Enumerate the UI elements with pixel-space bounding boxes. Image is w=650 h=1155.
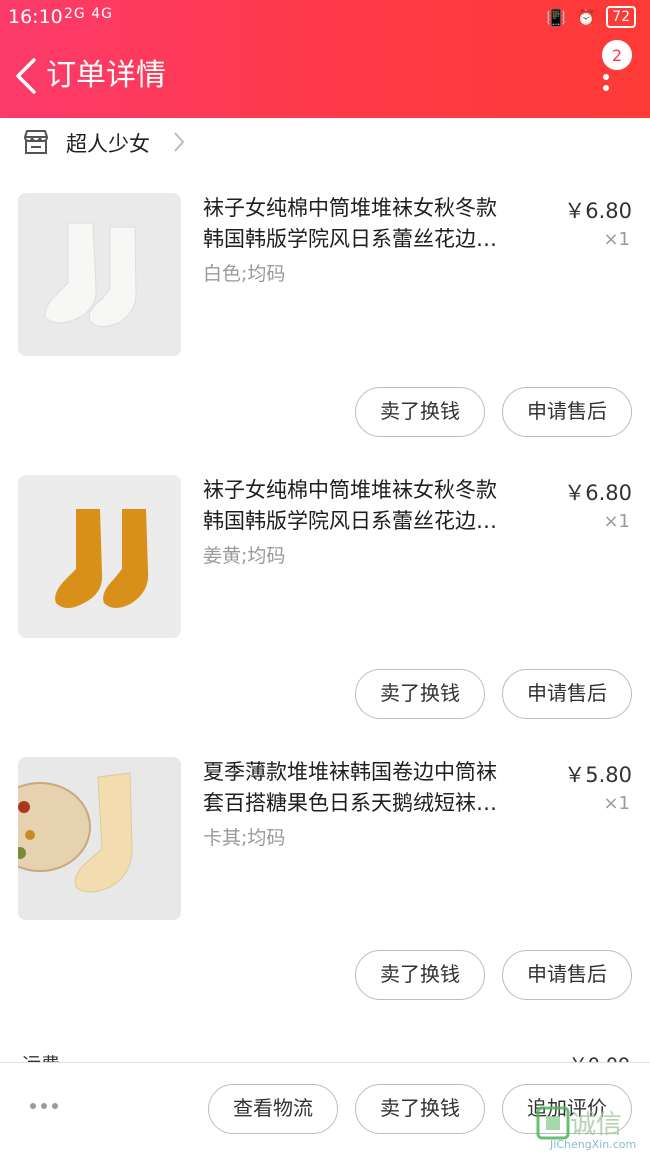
product-title-line: 韩国韩版学院风日系蕾丝花边…	[203, 227, 497, 251]
after-sale-button[interactable]: 申请售后	[502, 387, 632, 437]
product-title[interactable]: 袜子女纯棉中筒堆堆袜女秋冬款 韩国韩版学院风日系蕾丝花边…	[203, 475, 535, 537]
product-spec: 白色;均码	[203, 263, 286, 285]
sell-button[interactable]: 卖了换钱	[355, 669, 485, 719]
product-price: ￥6.80	[564, 199, 632, 223]
sell-button[interactable]: 卖了换钱	[355, 950, 485, 1000]
header-bar: 16:10 2G 4G 📳 ⏰ 72 订单详情 2	[0, 0, 650, 118]
product-image[interactable]	[18, 757, 181, 920]
watermark-logo-icon	[536, 1106, 570, 1140]
watermark-url: JiChengXin.com	[550, 1138, 637, 1151]
shop-name: 超人少女	[66, 132, 150, 156]
signal-icon: 2G 4G	[64, 6, 113, 22]
product-spec: 姜黄;均码	[203, 545, 286, 567]
view-logistics-button[interactable]: 查看物流	[208, 1084, 338, 1134]
product-title-line: 夏季薄款堆堆袜韩国卷边中筒袜	[203, 760, 497, 784]
shop-icon	[24, 130, 48, 154]
product-price: ￥5.80	[564, 763, 632, 787]
product-title-line: 袜子女纯棉中筒堆堆袜女秋冬款	[203, 478, 497, 502]
vibrate-icon: 📳	[546, 7, 567, 27]
more-dots-icon[interactable]	[30, 1103, 60, 1113]
product-title-line: 套百搭糖果色日系天鹅绒短袜…	[203, 791, 497, 815]
watermark: 诚信 JiChengXin.com	[532, 1102, 650, 1155]
more-menu-icon[interactable]	[597, 66, 615, 94]
product-spec: 卡其;均码	[203, 827, 286, 849]
sock-image	[18, 193, 181, 356]
after-sale-button[interactable]: 申请售后	[502, 950, 632, 1000]
product-price: ￥6.80	[564, 481, 632, 505]
page-title: 订单详情	[46, 58, 166, 93]
battery-icon: 72	[606, 6, 636, 28]
alarm-icon: ⏰	[576, 7, 597, 27]
product-quantity: ×1	[603, 229, 630, 250]
shop-row[interactable]: 超人少女	[0, 124, 650, 162]
status-bar: 16:10 2G 4G 📳 ⏰ 72	[0, 0, 650, 34]
status-time: 16:10	[8, 6, 63, 28]
product-title[interactable]: 夏季薄款堆堆袜韩国卷边中筒袜 套百搭糖果色日系天鹅绒短袜…	[203, 757, 535, 819]
sell-button[interactable]: 卖了换钱	[355, 1084, 485, 1134]
chevron-right-icon	[174, 132, 185, 152]
sock-image	[18, 757, 181, 920]
watermark-text: 诚信	[570, 1110, 623, 1140]
after-sale-button[interactable]: 申请售后	[502, 669, 632, 719]
product-title[interactable]: 袜子女纯棉中筒堆堆袜女秋冬款 韩国韩版学院风日系蕾丝花边…	[203, 193, 535, 255]
sock-image	[18, 475, 181, 638]
product-title-line: 韩国韩版学院风日系蕾丝花边…	[203, 509, 497, 533]
status-icons: 📳 ⏰ 72	[546, 6, 636, 28]
product-title-line: 袜子女纯棉中筒堆堆袜女秋冬款	[203, 196, 497, 220]
sell-button[interactable]: 卖了换钱	[355, 387, 485, 437]
product-quantity: ×1	[603, 511, 630, 532]
product-image[interactable]	[18, 475, 181, 638]
product-quantity: ×1	[603, 793, 630, 814]
order-item[interactable]: 袜子女纯棉中筒堆堆袜女秋冬款 韩国韩版学院风日系蕾丝花边… 姜黄;均码 ￥6.8…	[0, 475, 650, 755]
order-item[interactable]: 夏季薄款堆堆袜韩国卷边中筒袜 套百搭糖果色日系天鹅绒短袜… 卡其;均码 ￥5.8…	[0, 757, 650, 1037]
product-image[interactable]	[18, 193, 181, 356]
order-item[interactable]: 袜子女纯棉中筒堆堆袜女秋冬款 韩国韩版学院风日系蕾丝花边… 白色;均码 ￥6.8…	[0, 193, 650, 473]
back-icon[interactable]	[12, 56, 40, 96]
